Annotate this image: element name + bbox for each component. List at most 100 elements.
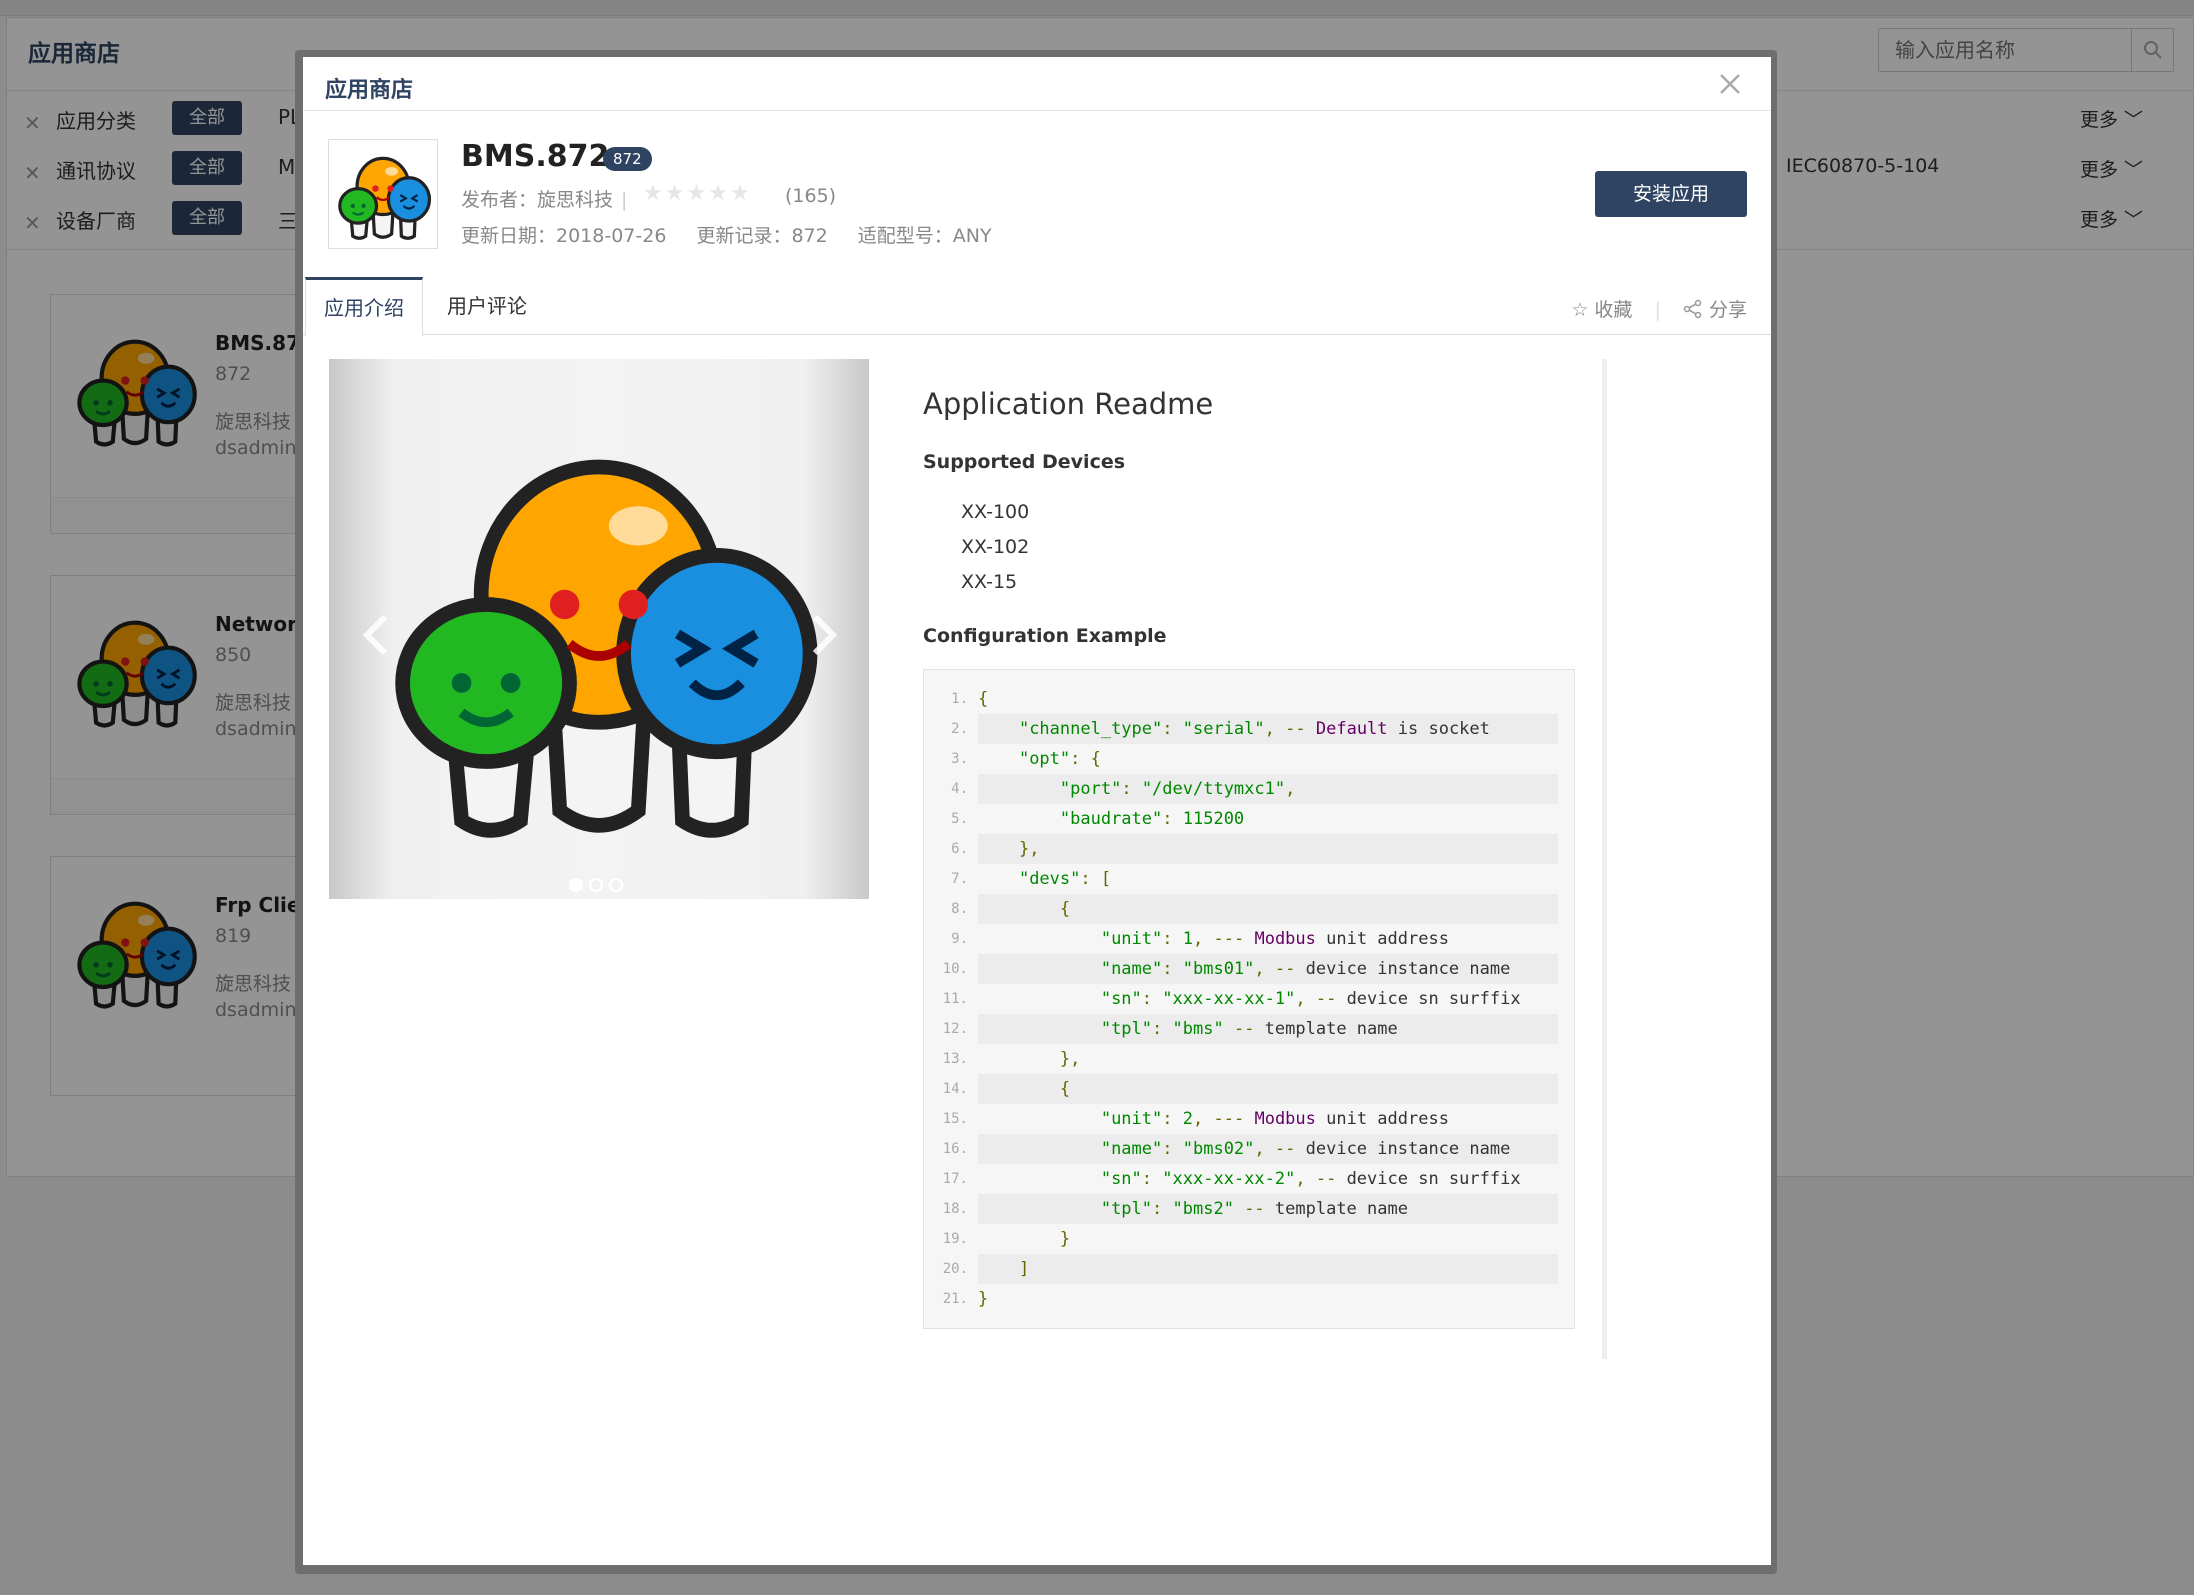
code-line: 10. "name": "bms01", -- device instance … [924, 954, 1574, 984]
code-line: 17. "sn": "xxx-xx-xx-2", -- device sn su… [924, 1164, 1574, 1194]
code-line-number: 4. [951, 781, 968, 797]
code-line: 21.} [924, 1284, 1574, 1314]
code-line-text: ] [978, 1254, 1558, 1284]
code-line-text: "sn": "xxx-xx-xx-2", -- device sn surffi… [1100, 1169, 1521, 1189]
code-line: 5. "baudrate": 115200 [924, 804, 1574, 834]
code-line-number: 14. [942, 1081, 968, 1097]
tab-bar: 应用介绍 用户评论 ☆ 收藏 | 分享 [303, 277, 1771, 336]
code-line: 7. "devs": [ [924, 864, 1574, 894]
code-line: 1. { [924, 684, 1574, 714]
code-line-text: }, [1059, 1049, 1081, 1069]
code-line-number: 13. [942, 1051, 968, 1067]
code-line: 18. "tpl": "bms2" -- template name [924, 1194, 1574, 1224]
code-line-number: 2. [951, 721, 968, 737]
code-line: 20. ] [924, 1254, 1574, 1284]
code-line-number: 12. [942, 1021, 968, 1037]
carousel-dot[interactable] [569, 878, 583, 892]
code-line-number: 17. [942, 1171, 968, 1187]
code-line: 2. "channel_type": "serial", -- Default … [924, 714, 1574, 744]
chevron-left-icon[interactable] [359, 613, 393, 657]
code-line-text: "port": "/dev/ttymxc1", [978, 774, 1558, 804]
code-line: 9. "unit": 1, --- Modbus unit address [924, 924, 1574, 954]
code-line-number: 9. [951, 931, 968, 947]
tab-actions: ☆ 收藏 | 分享 [1571, 299, 1747, 321]
code-line: 6. }, [924, 834, 1574, 864]
modal-title: 应用商店 [325, 78, 414, 103]
star-icon[interactable]: ★ [686, 181, 706, 206]
app-publisher: 发布者：旋思科技 | [461, 189, 628, 211]
close-icon[interactable] [1715, 69, 1745, 99]
code-line-number: 18. [942, 1201, 968, 1217]
code-line-text: "channel_type": "serial", -- Default is … [978, 714, 1558, 744]
mushroom-logo-icon [338, 156, 432, 240]
code-line-number: 7. [951, 871, 968, 887]
star-icon[interactable]: ★ [643, 181, 663, 206]
app-meta: 更新日期：2018-07-26 更新记录：872 适配型号：ANY [461, 221, 1016, 248]
star-icon[interactable]: ★ [730, 181, 750, 206]
favorite-button[interactable]: ☆ 收藏 [1571, 299, 1632, 321]
readme-content: Application Readme Supported Devices XX-… [923, 359, 1607, 1359]
star-icon[interactable]: ★ [708, 181, 728, 206]
version-badge: 872 [603, 147, 652, 171]
code-line-text: "sn": "xxx-xx-xx-1", -- device sn surffi… [1100, 989, 1521, 1009]
star-icon[interactable]: ★ [665, 181, 685, 206]
code-line: 15. "unit": 2, --- Modbus unit address [924, 1104, 1574, 1134]
chevron-right-icon[interactable] [807, 613, 841, 657]
app-name: BMS.872 [461, 139, 610, 174]
install-button[interactable]: 安装应用 [1595, 171, 1747, 217]
modal-header: 应用商店 [303, 57, 1771, 111]
share-button[interactable]: 分享 [1683, 299, 1747, 321]
code-line-number: 6. [951, 841, 968, 857]
code-line-number: 16. [942, 1141, 968, 1157]
code-line-text: "opt": { [1018, 749, 1101, 769]
device-item: XX-102 [961, 536, 1030, 558]
code-line: 12. "tpl": "bms" -- template name [924, 1014, 1574, 1044]
code-line: 19. } [924, 1224, 1574, 1254]
code-line-text: "tpl": "bms2" -- template name [978, 1194, 1558, 1224]
compatible-model: 适配型号：ANY [857, 225, 992, 247]
code-line-number: 21. [942, 1291, 968, 1307]
rating-count: (165) [785, 185, 837, 207]
code-line-number: 19. [942, 1231, 968, 1247]
code-line-text: } [978, 1289, 989, 1309]
code-line-number: 15. [942, 1111, 968, 1127]
code-line-text: { [978, 1074, 1558, 1104]
code-line-number: 20. [942, 1261, 968, 1277]
readme-title: Application Readme [923, 387, 1214, 421]
code-line-text: "unit": 2, --- Modbus unit address [1100, 1109, 1449, 1129]
code-line: 11. "sn": "xxx-xx-xx-1", -- device sn su… [924, 984, 1574, 1014]
code-line-number: 10. [942, 961, 968, 977]
code-line: 8. { [924, 894, 1574, 924]
code-line: 16. "name": "bms02", -- device instance … [924, 1134, 1574, 1164]
code-line-text: { [978, 689, 989, 709]
code-line-text: } [1059, 1229, 1071, 1249]
tab-reviews[interactable]: 用户评论 [447, 277, 527, 335]
rating-stars[interactable]: ★★★★★ [643, 181, 752, 206]
code-line: 3. "opt": { [924, 744, 1574, 774]
code-line-text: "baudrate": 115200 [1059, 809, 1245, 829]
code-line-text: { [978, 894, 1558, 924]
app-detail-modal: 应用商店 BMS.872 872 发布者：旋思科技 | ★★★★★ (165) 更… [303, 57, 1771, 1565]
code-line: 14. { [924, 1074, 1574, 1104]
update-date: 更新日期：2018-07-26 [461, 225, 667, 247]
code-line: 13. }, [924, 1044, 1574, 1074]
device-item: XX-100 [961, 501, 1030, 523]
code-line-text: }, [978, 834, 1558, 864]
readme-config-heading: Configuration Example [923, 625, 1167, 647]
tab-intro[interactable]: 应用介绍 [305, 277, 423, 336]
code-line-text: "name": "bms01", -- device instance name [978, 954, 1558, 984]
carousel-dot[interactable] [609, 878, 623, 892]
code-line-number: 5. [951, 811, 968, 827]
app-icon [328, 139, 438, 249]
code-line-number: 8. [951, 901, 968, 917]
readme-devices-heading: Supported Devices [923, 451, 1126, 473]
star-outline-icon: ☆ [1571, 299, 1589, 321]
code-line-text: "unit": 1, --- Modbus unit address [1100, 929, 1449, 949]
code-line-text: "devs": [ [1018, 869, 1112, 889]
code-line-number: 11. [942, 991, 968, 1007]
screenshot-carousel[interactable] [329, 359, 869, 899]
code-line-number: 1. [951, 691, 968, 707]
code-line-text: "name": "bms02", -- device instance name [978, 1134, 1558, 1164]
carousel-dot[interactable] [589, 878, 603, 892]
code-block: 1. {2. "channel_type": "serial", -- Defau… [923, 669, 1575, 1329]
